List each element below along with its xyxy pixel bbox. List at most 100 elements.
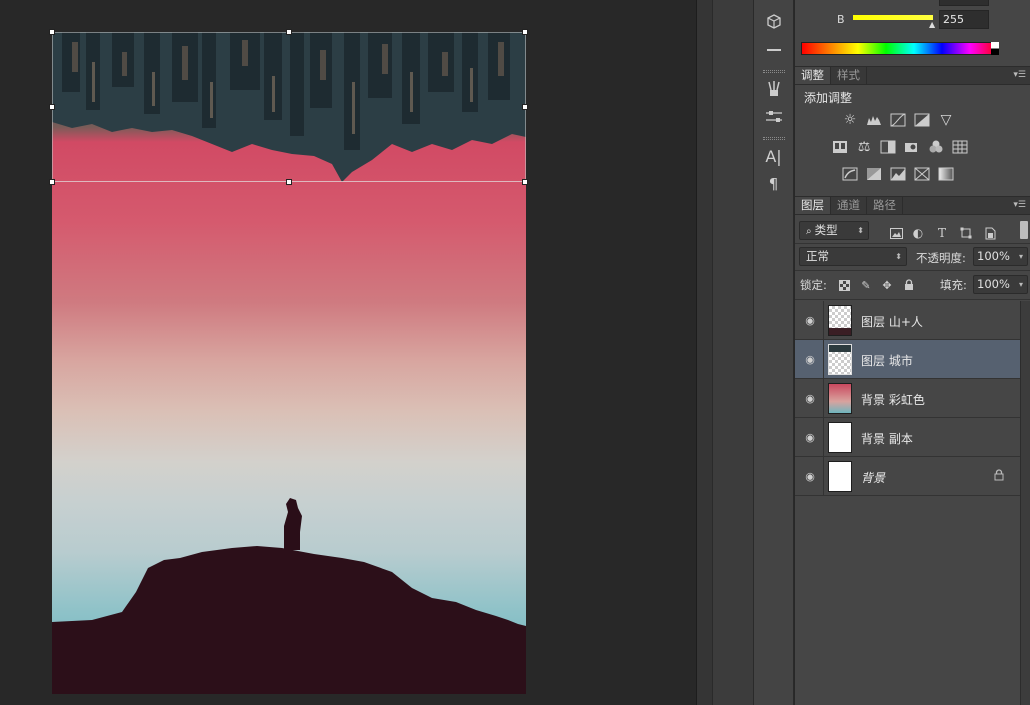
fill-label: 填充: [940, 278, 967, 292]
visibility-eye-icon[interactable]: ◉ [803, 469, 817, 483]
transform-handle-top-center[interactable] [286, 29, 292, 35]
color-channel-label: B [837, 13, 845, 26]
brush-settings-icon[interactable] [762, 105, 786, 129]
chevron-down-icon[interactable]: ▾ [1019, 248, 1023, 265]
tab-paths[interactable]: 路径 [867, 197, 903, 214]
fill-value: 100% [977, 277, 1010, 291]
selective-color-icon[interactable] [913, 165, 931, 183]
chevron-down-icon[interactable]: ▾ [1019, 276, 1023, 293]
hue-saturation-icon[interactable] [831, 138, 849, 156]
slider-thumb-icon[interactable]: ▲ [929, 20, 935, 29]
lock-position-icon[interactable]: ✥ [879, 277, 895, 293]
color-lookup-icon[interactable] [951, 138, 969, 156]
transform-handle-top-right[interactable] [522, 29, 528, 35]
layer-name: 背景 副本 [861, 432, 913, 446]
threshold-icon[interactable] [889, 165, 907, 183]
tab-layers[interactable]: 图层 [795, 197, 831, 214]
panel-menu-icon[interactable]: ▾☰ [1013, 70, 1026, 80]
vibrance-icon[interactable]: ▽ [937, 111, 955, 129]
filter-smart-object-icon[interactable] [982, 225, 998, 241]
layer-thumbnail [828, 305, 852, 336]
layers-panel: 图层 通道 路径 ▾☰ ⌕类型 ⬍ ◐ T 正常 ⬍ 不透明度: 100% ▾ [795, 196, 1030, 705]
filter-pixel-icon[interactable] [888, 225, 904, 241]
slider-icon[interactable] [762, 38, 786, 62]
exposure-icon[interactable] [913, 111, 931, 129]
color-channel-value-field[interactable]: 255 [939, 10, 989, 29]
color-value-field[interactable] [939, 0, 989, 6]
right-panels: B ▲ 255 调整 样式 ▾☰ 添加调整 ☼ ▽ ⚖ 图层 通道 路径 ▾☰ … [795, 0, 1030, 705]
chevron-updown-icon: ⬍ [895, 252, 902, 261]
black-white-swatch[interactable] [991, 42, 999, 55]
mountain-silhouette-image [52, 498, 526, 694]
filter-adjustment-icon[interactable]: ◐ [910, 225, 926, 241]
layer-row[interactable]: ◉ 背景 副本 [795, 418, 1020, 457]
adjustments-panel: 调整 样式 ▾☰ 添加调整 ☼ ▽ ⚖ [795, 66, 1030, 194]
black-white-icon[interactable] [879, 138, 897, 156]
brightness-icon[interactable]: ☼ [841, 111, 859, 129]
transform-handle-middle-left[interactable] [49, 104, 55, 110]
visibility-eye-icon[interactable]: ◉ [803, 430, 817, 444]
lock-image-pixels-icon[interactable]: ✎ [858, 277, 874, 293]
blend-mode-select[interactable]: 正常 ⬍ [799, 247, 907, 266]
fill-input[interactable]: 100% ▾ [973, 275, 1028, 294]
opacity-input[interactable]: 100% ▾ [973, 247, 1028, 266]
filter-type-icon[interactable]: T [934, 225, 950, 241]
transform-handle-top-left[interactable] [49, 29, 55, 35]
tab-adjustments[interactable]: 调整 [795, 67, 831, 84]
3d-cube-icon[interactable] [762, 10, 786, 34]
levels-icon[interactable] [865, 111, 883, 129]
layer-row[interactable]: ◉ 背景 彩虹色 [795, 379, 1020, 418]
gradient-map-icon[interactable] [937, 165, 955, 183]
panel-menu-icon[interactable]: ▾☰ [1013, 200, 1026, 210]
color-balance-icon[interactable]: ⚖ [855, 138, 873, 156]
lock-label: 锁定: [800, 278, 827, 292]
transform-handle-bottom-left[interactable] [49, 179, 55, 185]
transform-handle-bottom-right[interactable] [522, 179, 528, 185]
collapsed-panel-strip: A| ¶ [754, 0, 794, 705]
layer-thumbnail [828, 422, 852, 453]
lock-all-icon[interactable] [901, 277, 917, 293]
layer-list: ◉ 图层 山+人 ◉ 图层 城市 ◉ 背景 彩虹色 ◉ 背景 副本 ◉ 背景 [795, 301, 1020, 496]
paragraph-panel-icon[interactable]: ¶ [762, 172, 786, 196]
tab-channels[interactable]: 通道 [831, 197, 867, 214]
filter-toggle-switch[interactable] [1020, 221, 1028, 239]
layer-thumbnail [828, 344, 852, 375]
scroll-gutter [696, 0, 712, 705]
color-spectrum-bar[interactable] [801, 42, 999, 55]
color-channel-slider[interactable] [853, 15, 933, 20]
character-panel-icon[interactable]: A| [762, 144, 786, 168]
channel-mixer-icon[interactable] [927, 138, 945, 156]
lock-icon [994, 469, 1004, 484]
lock-transparent-pixels-icon[interactable] [836, 277, 852, 293]
layer-row[interactable]: ◉ 图层 城市 [795, 340, 1020, 379]
document-artboard[interactable] [52, 32, 526, 694]
curves-icon[interactable] [889, 111, 907, 129]
layer-thumbnail [828, 383, 852, 414]
add-adjustment-title: 添加调整 [804, 91, 853, 105]
layer-filter-kind-select[interactable]: ⌕ 类型 ⬍ [799, 221, 869, 240]
brush-presets-icon[interactable] [762, 77, 786, 101]
layers-tabbar: 图层 通道 路径 ▾☰ [795, 197, 1030, 215]
blend-mode-label: 正常 [806, 249, 829, 263]
photo-filter-icon[interactable] [903, 138, 921, 156]
layer-name: 图层 山+人 [861, 315, 923, 329]
filter-shape-icon[interactable] [958, 225, 974, 241]
visibility-eye-icon[interactable]: ◉ [803, 391, 817, 405]
transform-handle-bottom-center[interactable] [286, 179, 292, 185]
adjustments-tabbar: 调整 样式 ▾☰ [795, 67, 1030, 85]
transform-handle-middle-right[interactable] [522, 104, 528, 110]
inverted-city-image [52, 32, 526, 182]
canvas-workspace[interactable] [0, 0, 696, 705]
invert-icon[interactable] [841, 165, 859, 183]
tab-styles[interactable]: 样式 [831, 67, 867, 84]
visibility-eye-icon[interactable]: ◉ [803, 352, 817, 366]
visibility-eye-icon[interactable]: ◉ [803, 313, 817, 327]
color-panel: B ▲ 255 [795, 0, 1030, 66]
layer-row[interactable]: ◉ 背景 [795, 457, 1020, 496]
layers-scrollbar[interactable] [1020, 301, 1030, 705]
filter-kind-label: 类型 [814, 223, 838, 237]
posterize-icon[interactable] [865, 165, 883, 183]
opacity-label: 不透明度: [916, 251, 966, 265]
layer-row[interactable]: ◉ 图层 山+人 [795, 301, 1020, 340]
layer-name: 背景 彩虹色 [861, 393, 925, 407]
